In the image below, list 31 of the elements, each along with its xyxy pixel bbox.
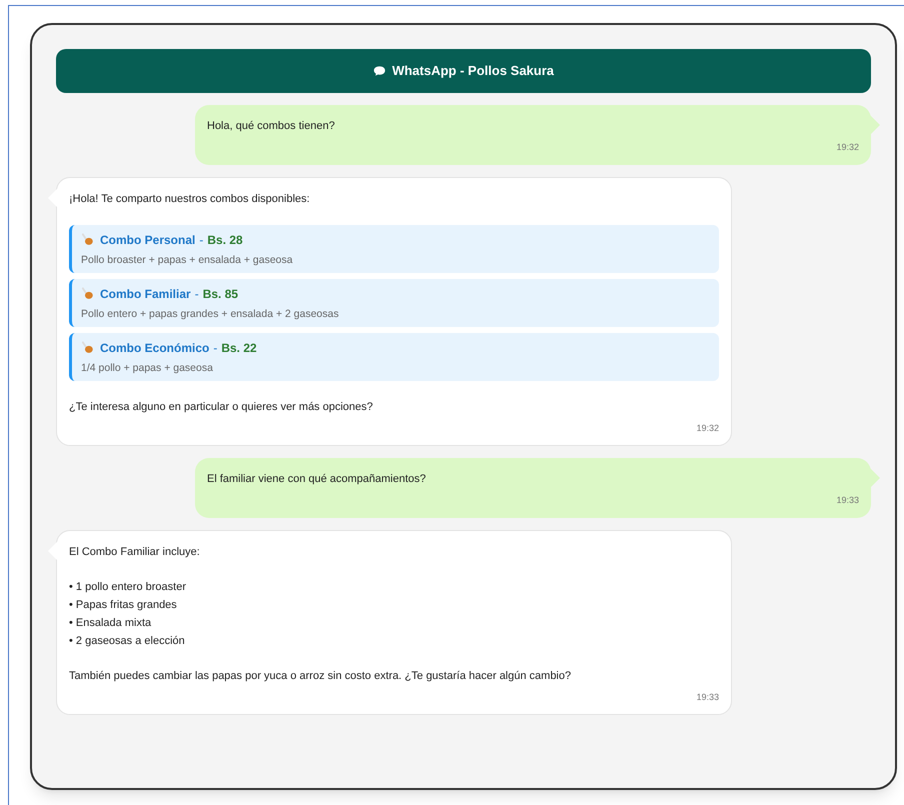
combo-name: Combo Familiar bbox=[100, 286, 191, 302]
combo-name: Combo Económico bbox=[100, 340, 210, 356]
message-time: 19:33 bbox=[696, 690, 719, 704]
combo-name: Combo Personal bbox=[100, 232, 196, 248]
combo-description: 1/4 pollo + papas + gaseosa bbox=[81, 360, 214, 374]
message-text: Hola, qué combos tienen? bbox=[207, 119, 336, 134]
chat-bubble-icon bbox=[373, 65, 386, 77]
message-time: 19:32 bbox=[696, 422, 719, 434]
separator-text: - bbox=[194, 286, 199, 302]
separator-text: - bbox=[213, 340, 218, 356]
list-item: • 1 pollo entero broaster bbox=[69, 580, 187, 594]
message-text: ¡Hola! Te comparto nuestros combos disponibles: bbox=[69, 192, 311, 206]
message-time: 19:32 bbox=[836, 141, 859, 154]
combo-price: Bs. 22 bbox=[221, 340, 257, 356]
combo-description: Pollo entero + papas grandes + ensalada + 2 gaseosas bbox=[81, 306, 340, 320]
separator-text: - bbox=[199, 232, 204, 248]
chat-title: WhatsApp - Pollos Sakura bbox=[392, 62, 554, 80]
drumstick-icon bbox=[81, 287, 94, 300]
drumstick-icon bbox=[81, 233, 94, 246]
message-text: ¿Te interesa alguno en particular o quieres ver más opciones? bbox=[69, 400, 374, 414]
combo-price: Bs. 28 bbox=[207, 232, 243, 248]
message-text: También puedes cambiar las papas por yuca o arroz sin costo extra. ¿Te gustaría hacer algún cambio? bbox=[69, 668, 572, 684]
message-text: El Combo Familiar incluye: bbox=[69, 544, 201, 560]
list-item: • Ensalada mixta bbox=[69, 616, 152, 630]
list-item: • 2 gaseosas a elección bbox=[69, 634, 186, 648]
message-text: El familiar viene con qué acompañamientos? bbox=[207, 472, 427, 487]
combo-description: Pollo broaster + papas + ensalada + gaseosa bbox=[81, 252, 294, 266]
message-time: 19:33 bbox=[836, 494, 859, 507]
drumstick-icon bbox=[81, 341, 94, 354]
combo-price: Bs. 85 bbox=[202, 286, 238, 302]
list-item: • Papas fritas grandes bbox=[69, 598, 178, 612]
